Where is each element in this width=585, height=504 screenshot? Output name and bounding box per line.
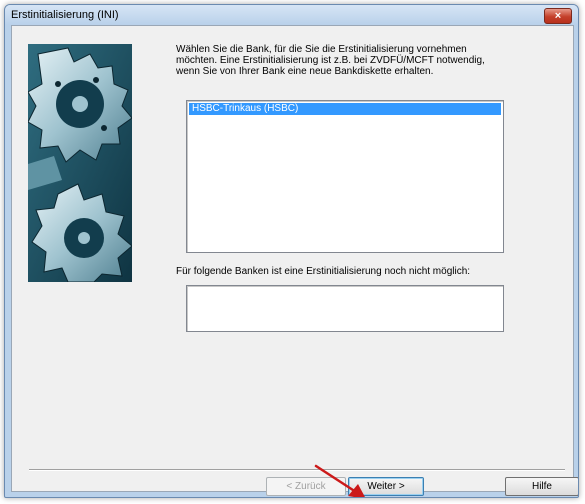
close-icon: × xyxy=(554,10,562,22)
description-line: wenn Sie von Ihrer Bank eine neue Bankdi… xyxy=(176,66,434,77)
dialog-client-area: Wählen Sie die Bank, für die Sie die Ers… xyxy=(11,25,578,497)
description-text: Wählen Sie die Bank, für die Sie die Ers… xyxy=(176,44,516,77)
title-bar[interactable]: Erstinitialisierung (INI) × xyxy=(5,5,578,25)
close-button[interactable]: × xyxy=(544,8,572,24)
gears-illustration-icon xyxy=(28,44,132,282)
help-button[interactable]: Hilfe xyxy=(505,477,578,496)
bank-list-item[interactable]: HSBC-Trinkaus (HSBC) xyxy=(189,103,501,115)
unavailable-banks-label: Für folgende Banken ist eine Erstinitial… xyxy=(176,266,471,277)
description-line: möchten. Eine Erstinitialisierung ist z.… xyxy=(176,55,485,66)
red-arrow-pointer-icon xyxy=(314,464,365,497)
dialog-window: Erstinitialisierung (INI) × Wählen Sie d… xyxy=(4,4,579,498)
window-title: Erstinitialisierung (INI) xyxy=(11,9,119,21)
description-line: Wählen Sie die Bank, für die Sie die Ers… xyxy=(176,44,467,55)
bank-listbox[interactable]: HSBC-Trinkaus (HSBC) xyxy=(186,100,504,253)
unavailable-banks-listbox[interactable] xyxy=(186,285,504,332)
button-separator xyxy=(29,469,565,471)
